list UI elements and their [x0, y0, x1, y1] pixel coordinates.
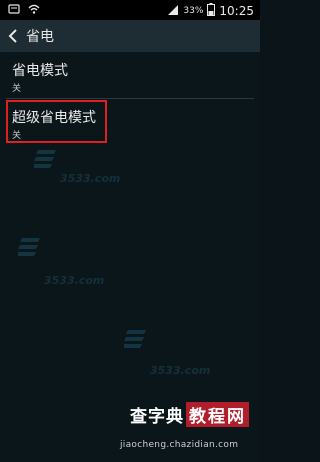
setting-title: 省电模式 — [12, 63, 68, 79]
back-button[interactable] — [2, 20, 24, 52]
site-logo: 查字典 教程网 — [130, 402, 249, 427]
action-bar: 省电 — [0, 20, 260, 52]
battery-icon — [207, 3, 216, 19]
page-title: 省电 — [26, 29, 54, 45]
setting-value: 关 — [12, 84, 22, 94]
wifi-icon — [28, 3, 40, 18]
watermark-logo — [32, 150, 56, 172]
site-url: jiaocheng.chazidian.com — [120, 440, 239, 450]
status-bar: 33% 10:25 — [0, 0, 260, 20]
status-left — [8, 3, 40, 18]
screen: 33% 10:25 省电 省电模式 关 超级省电模式 关 3533.com 35… — [0, 0, 260, 462]
site-logo-text: 查字典 — [130, 407, 184, 427]
watermark-brand: 3533.com — [150, 364, 211, 377]
watermark-logo — [16, 238, 40, 260]
status-right: 33% 10:25 — [167, 3, 254, 19]
highlight-box — [6, 100, 107, 143]
battery-percent: 33% — [183, 6, 204, 16]
notification-icon — [8, 3, 20, 18]
watermark-logo — [122, 330, 146, 352]
signal-icon — [167, 4, 179, 19]
site-logo-tag: 教程网 — [186, 402, 249, 427]
clock: 10:25 — [219, 4, 254, 18]
chevron-left-icon — [8, 29, 17, 43]
setting-power-saving-mode[interactable]: 省电模式 关 — [0, 52, 260, 98]
watermark-brand: 3533.com — [60, 172, 121, 185]
watermark-brand: 3533.com — [44, 274, 105, 287]
